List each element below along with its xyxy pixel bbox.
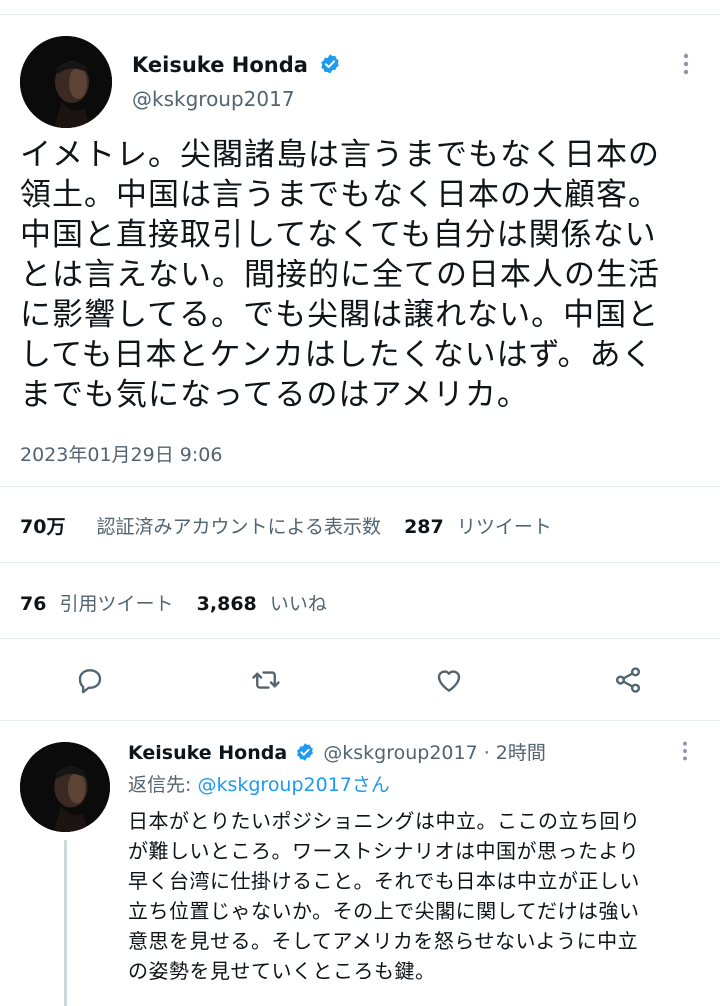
- verified-badge-icon: [320, 54, 339, 74]
- tweet-timestamp[interactable]: 2023年01月29日 9:06: [20, 440, 222, 467]
- tweet-line: イメトレ。尖閣諸島は言うまでもなく日本の: [20, 137, 660, 173]
- tweet-line: に影響してる。でも尖閣は譲れない。中国と: [20, 297, 660, 333]
- likes-label: いいね: [269, 593, 327, 615]
- views-label: 認証済みアカウントによる表示数: [96, 516, 381, 538]
- likes-count: 3,868: [196, 593, 257, 615]
- retweets-label: リツイート: [456, 516, 552, 538]
- tweet-line: 中国と直接取引してなくても自分は関係ない: [20, 217, 657, 253]
- more-options-icon[interactable]: [672, 738, 698, 764]
- retweets-count: 287: [404, 516, 444, 538]
- divider: [0, 638, 720, 639]
- reply-body: 日本がとりたいポジショニングは中立。ここの立ち回り が難しいところ。ワーストシナ…: [128, 806, 718, 986]
- tweet-line: までも気になってるのはアメリカ。: [20, 377, 529, 413]
- avatar[interactable]: [20, 742, 110, 832]
- reply-prefix: 返信先:: [128, 774, 198, 796]
- avatar[interactable]: [20, 36, 112, 128]
- author-handle[interactable]: @kskgroup2017: [132, 86, 295, 112]
- top-divider: [0, 14, 720, 15]
- tweet-line: 領土。中国は言うまでもなく日本の大顧客。: [20, 177, 660, 213]
- retweet-icon[interactable]: [246, 660, 286, 700]
- likes-stat[interactable]: 3,868 いいね: [196, 593, 327, 615]
- tweet-line: とは言えない。間接的に全ての日本人の生活: [20, 257, 660, 293]
- handle-and-time[interactable]: @kskgroup2017 · 2時間: [323, 742, 546, 764]
- reply-line: 意思を見せる。そしてアメリカを怒らせないように中立: [128, 929, 639, 953]
- quotes-stat[interactable]: 76 引用ツイート: [20, 593, 179, 615]
- reply-to-link[interactable]: @kskgroup2017さん: [197, 774, 389, 796]
- like-icon[interactable]: [429, 660, 469, 700]
- avatar-photo: [20, 742, 110, 832]
- divider: [0, 720, 720, 721]
- avatar-photo: [20, 36, 112, 128]
- views-count: 70万: [20, 516, 66, 538]
- views-stat[interactable]: 70万 認証済みアカウントによる表示数: [20, 516, 386, 538]
- author-name[interactable]: Keisuke Honda: [132, 53, 308, 77]
- stats-row: 76 引用ツイート 3,868 いいね: [20, 589, 327, 616]
- share-icon[interactable]: [608, 660, 648, 700]
- thread-line: [64, 840, 67, 1006]
- stats-row: 70万 認証済みアカウントによる表示数 287 リツイート: [20, 512, 552, 539]
- quotes-label: 引用ツイート: [59, 593, 174, 615]
- reply-line: 立ち位置じゃないか。その上で尖閣に関してだけは強い: [128, 899, 640, 923]
- author-name[interactable]: Keisuke Honda: [128, 742, 287, 764]
- reply-line: が難しいところ。ワーストシナリオは中国が思ったより: [128, 839, 640, 863]
- retweets-stat[interactable]: 287 リツイート: [404, 516, 552, 538]
- reply-context: 返信先: @kskgroup2017さん: [128, 771, 390, 799]
- reply-icon[interactable]: [70, 660, 110, 700]
- tweet-line: しても日本とケンカはしたくないはず。あく: [20, 337, 654, 373]
- verified-badge-icon: [297, 743, 314, 761]
- reply-line: 日本がとりたいポジショニングは中立。ここの立ち回り: [128, 809, 641, 833]
- more-options-icon[interactable]: [672, 50, 700, 78]
- divider: [0, 562, 720, 563]
- reply-line: の姿勢を見せていくところも鍵。: [128, 959, 436, 983]
- divider: [0, 486, 720, 487]
- reply-line: 早く台湾に仕掛けること。それでも日本は中立が正しい: [128, 869, 640, 893]
- tweet-body: イメトレ。尖閣諸島は言うまでもなく日本の 領土。中国は言うまでもなく日本の大顧客…: [20, 135, 710, 415]
- quotes-count: 76: [20, 593, 47, 615]
